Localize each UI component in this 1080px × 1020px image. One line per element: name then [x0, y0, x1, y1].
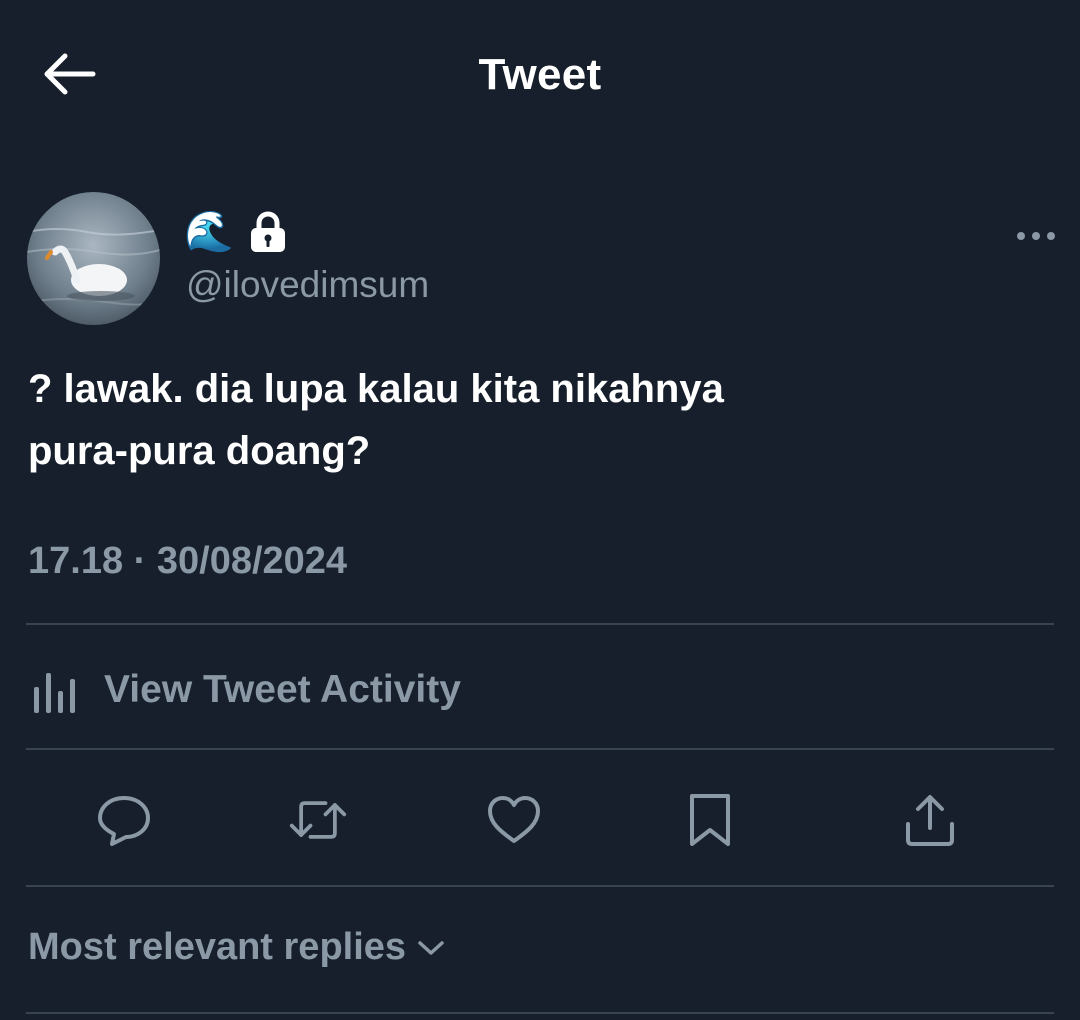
- divider: [26, 748, 1054, 750]
- bookmark-icon: [690, 794, 730, 846]
- divider: [26, 1012, 1054, 1014]
- retweet-icon: [289, 801, 347, 839]
- like-button[interactable]: [484, 790, 544, 850]
- replies-sort-label: Most relevant replies: [28, 926, 407, 968]
- share-icon: [906, 795, 954, 846]
- view-tweet-activity-link[interactable]: View Tweet Activity: [26, 640, 1054, 740]
- share-button[interactable]: [900, 790, 960, 850]
- bookmark-button[interactable]: [680, 790, 740, 850]
- heart-icon: [488, 796, 540, 843]
- tweet-date: 30/08/2024: [156, 540, 348, 582]
- top-bar: Tweet: [0, 0, 1080, 150]
- reply-button[interactable]: [94, 790, 154, 850]
- speech-bubble-icon: [98, 796, 150, 846]
- activity-label: View Tweet Activity: [104, 668, 461, 711]
- user-handle[interactable]: @ilovedimsum: [186, 264, 429, 306]
- wave-emoji: 🌊: [184, 210, 234, 254]
- tweet-text-line: ? lawak. dia lupa kalau kita nikahnya: [28, 367, 724, 411]
- tweet-detail-screen: Tweet 🌊 @ilovedimsum ? lawak. dia lupa k…: [0, 0, 1080, 1020]
- avatar[interactable]: [27, 192, 160, 325]
- more-options-button[interactable]: [1010, 220, 1062, 252]
- chevron-down-icon: [418, 940, 444, 955]
- tweet-timestamp[interactable]: 17.18 · 30/08/2024: [28, 540, 347, 583]
- tweet-time: 17.18: [28, 540, 124, 582]
- bar-chart-icon: [34, 673, 75, 713]
- divider: [26, 623, 1054, 625]
- divider: [26, 885, 1054, 887]
- page-title: Tweet: [478, 50, 602, 99]
- tweet-text: ? lawak. dia lupa kalau kita nikahnya pu…: [28, 358, 1048, 482]
- retweet-button[interactable]: [288, 790, 348, 850]
- more-horizontal-icon: [1017, 232, 1055, 240]
- lock-icon: [250, 211, 285, 252]
- display-name[interactable]: 🌊: [184, 208, 288, 256]
- timestamp-separator: ·: [123, 540, 157, 582]
- tweet-text-line: pura-pura doang?: [28, 429, 371, 473]
- swan-avatar-image: [27, 192, 160, 325]
- replies-sort-dropdown[interactable]: Most relevant replies: [28, 926, 446, 969]
